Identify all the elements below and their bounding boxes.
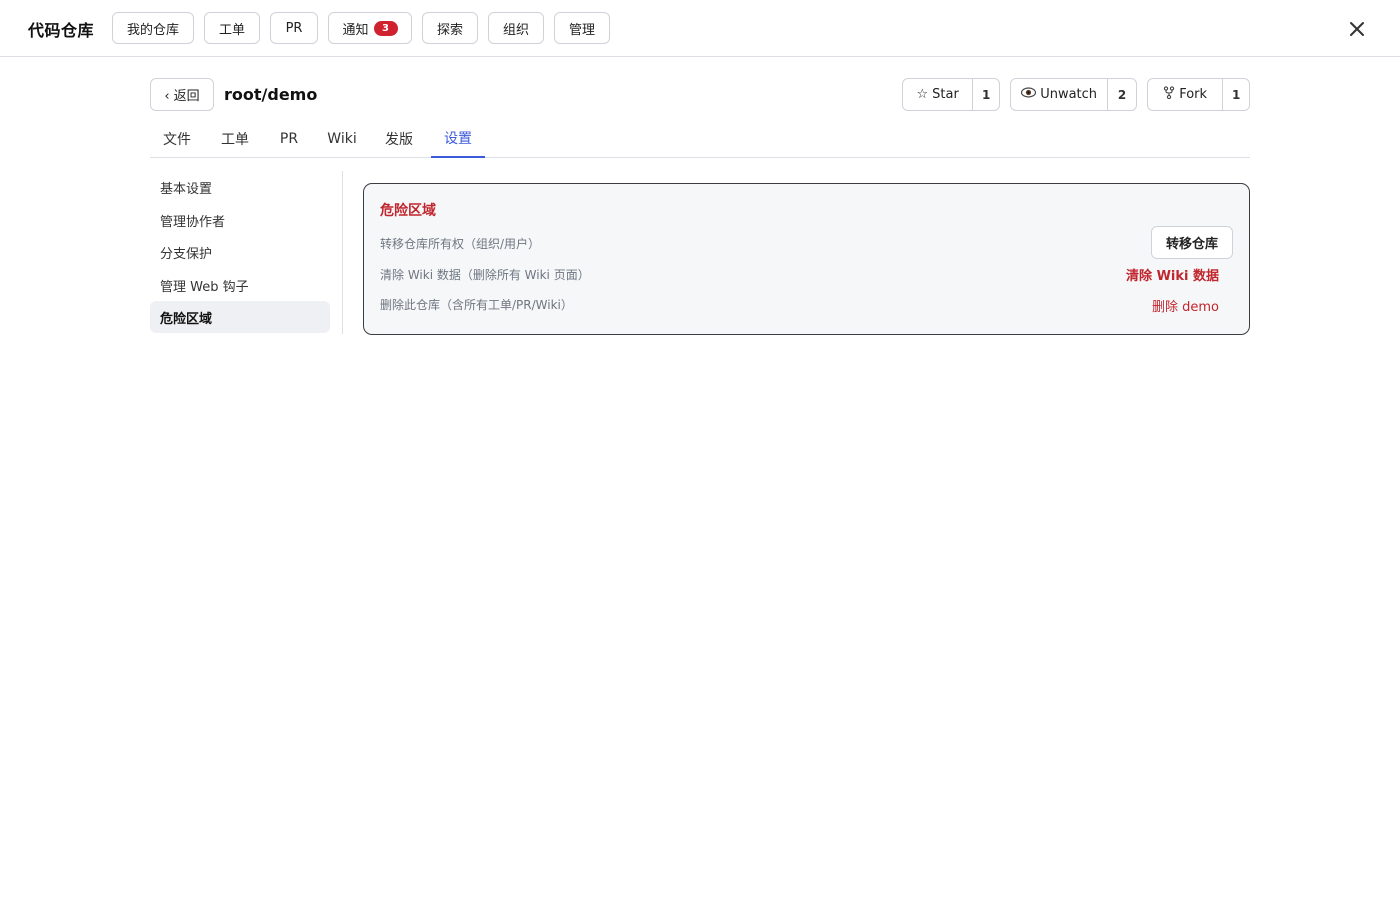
app-title: 代码仓库 (28, 21, 95, 40)
star-count[interactable]: 1 (973, 79, 999, 110)
nav-notifications-button[interactable]: 通知 3 (328, 12, 412, 44)
nav-my-repos-label: 我的仓库 (126, 22, 179, 38)
nav-orgs-button[interactable]: 组织 (488, 12, 544, 44)
back-button[interactable]: ‹ 返回 (150, 78, 214, 111)
danger-zone-title: 危险区域 (380, 203, 436, 219)
side-item-label: 管理 Web 钩子 (160, 279, 249, 295)
star-icon: ☆ (916, 87, 929, 102)
watch-group: Unwatch 2 (1010, 78, 1137, 111)
side-menu-divider (342, 171, 343, 334)
tab-issues[interactable]: 工单 (208, 120, 262, 158)
nav-pr-button[interactable]: PR (270, 12, 318, 44)
clear-wiki-description: 清除 Wiki 数据（删除所有 Wiki 页面） (380, 268, 590, 282)
nav-my-repos-button[interactable]: 我的仓库 (112, 12, 194, 44)
danger-zone-panel: 危险区域 转移仓库所有权（组织/用户） 转移仓库 清除 Wiki 数据（删除所有… (363, 183, 1250, 335)
side-item-danger-zone[interactable]: 危险区域 (150, 301, 330, 333)
side-item-basic-settings[interactable]: 基本设置 (150, 171, 330, 203)
tab-pr[interactable]: PR (266, 120, 312, 158)
tab-issues-label: 工单 (221, 132, 249, 148)
side-item-branch-protection[interactable]: 分支保护 (150, 236, 330, 268)
clear-wiki-button[interactable]: 清除 Wiki 数据 (1104, 265, 1219, 284)
nav-explore-label: 探索 (436, 22, 463, 38)
transfer-repo-button[interactable]: 转移仓库 (1151, 226, 1233, 259)
side-item-webhooks[interactable]: 管理 Web 钩子 (150, 269, 330, 301)
tab-releases[interactable]: 发版 (372, 120, 426, 158)
nav-issues-label: 工单 (218, 22, 245, 38)
star-group: ☆ Star 1 (902, 78, 1000, 111)
transfer-description: 转移仓库所有权（组织/用户） (380, 237, 541, 251)
nav-admin-label: 管理 (568, 22, 595, 38)
fork-count[interactable]: 1 (1223, 79, 1249, 110)
tab-files[interactable]: 文件 (150, 120, 204, 158)
delete-description: 删除此仓库（含所有工单/PR/Wiki） (380, 298, 573, 312)
side-item-label: 基本设置 (160, 181, 213, 197)
star-label: Star (932, 87, 959, 102)
side-item-label: 分支保护 (160, 246, 213, 262)
nav-orgs-label: 组织 (502, 22, 529, 38)
transfer-repo-label: 转移仓库 (1165, 237, 1218, 252)
nav-issues-button[interactable]: 工单 (204, 12, 260, 44)
close-icon (1350, 22, 1364, 36)
tab-files-label: 文件 (163, 132, 191, 148)
repo-tabs: 文件 工单 PR Wiki 发版 设置 (150, 120, 1250, 158)
unwatch-label: Unwatch (1040, 87, 1098, 102)
fork-group: Fork 1 (1147, 78, 1250, 111)
nav-admin-button[interactable]: 管理 (554, 12, 610, 44)
fork-icon (1163, 86, 1175, 103)
delete-repo-button[interactable]: 删除 demo (1104, 296, 1219, 315)
close-button[interactable] (1344, 16, 1370, 42)
nav-pr-label: PR (285, 20, 303, 36)
watch-count[interactable]: 2 (1108, 79, 1136, 110)
eye-icon (1021, 87, 1037, 102)
repo-name: root/demo (224, 85, 318, 104)
nav-notifications-label: 通知 (342, 22, 369, 38)
back-button-label: ‹ 返回 (164, 89, 200, 104)
side-item-collaborators[interactable]: 管理协作者 (150, 204, 330, 236)
tab-wiki-label: Wiki (327, 131, 357, 147)
fork-button[interactable]: Fork (1148, 79, 1224, 110)
top-bar: 代码仓库 我的仓库 工单 PR 通知 3 探索 组织 管理 (0, 0, 1400, 57)
side-item-label: 管理协作者 (160, 214, 226, 230)
side-item-label: 危险区域 (160, 311, 213, 327)
nav-explore-button[interactable]: 探索 (422, 12, 478, 44)
unwatch-button[interactable]: Unwatch (1011, 79, 1109, 110)
fork-label: Fork (1179, 87, 1208, 102)
tab-settings[interactable]: 设置 (431, 120, 485, 158)
star-button[interactable]: ☆ Star (903, 79, 974, 110)
tab-releases-label: 发版 (385, 132, 413, 148)
tab-wiki[interactable]: Wiki (318, 120, 366, 158)
tab-pr-label: PR (279, 131, 299, 147)
tab-settings-label: 设置 (444, 131, 472, 147)
notification-count-badge: 3 (373, 20, 398, 36)
